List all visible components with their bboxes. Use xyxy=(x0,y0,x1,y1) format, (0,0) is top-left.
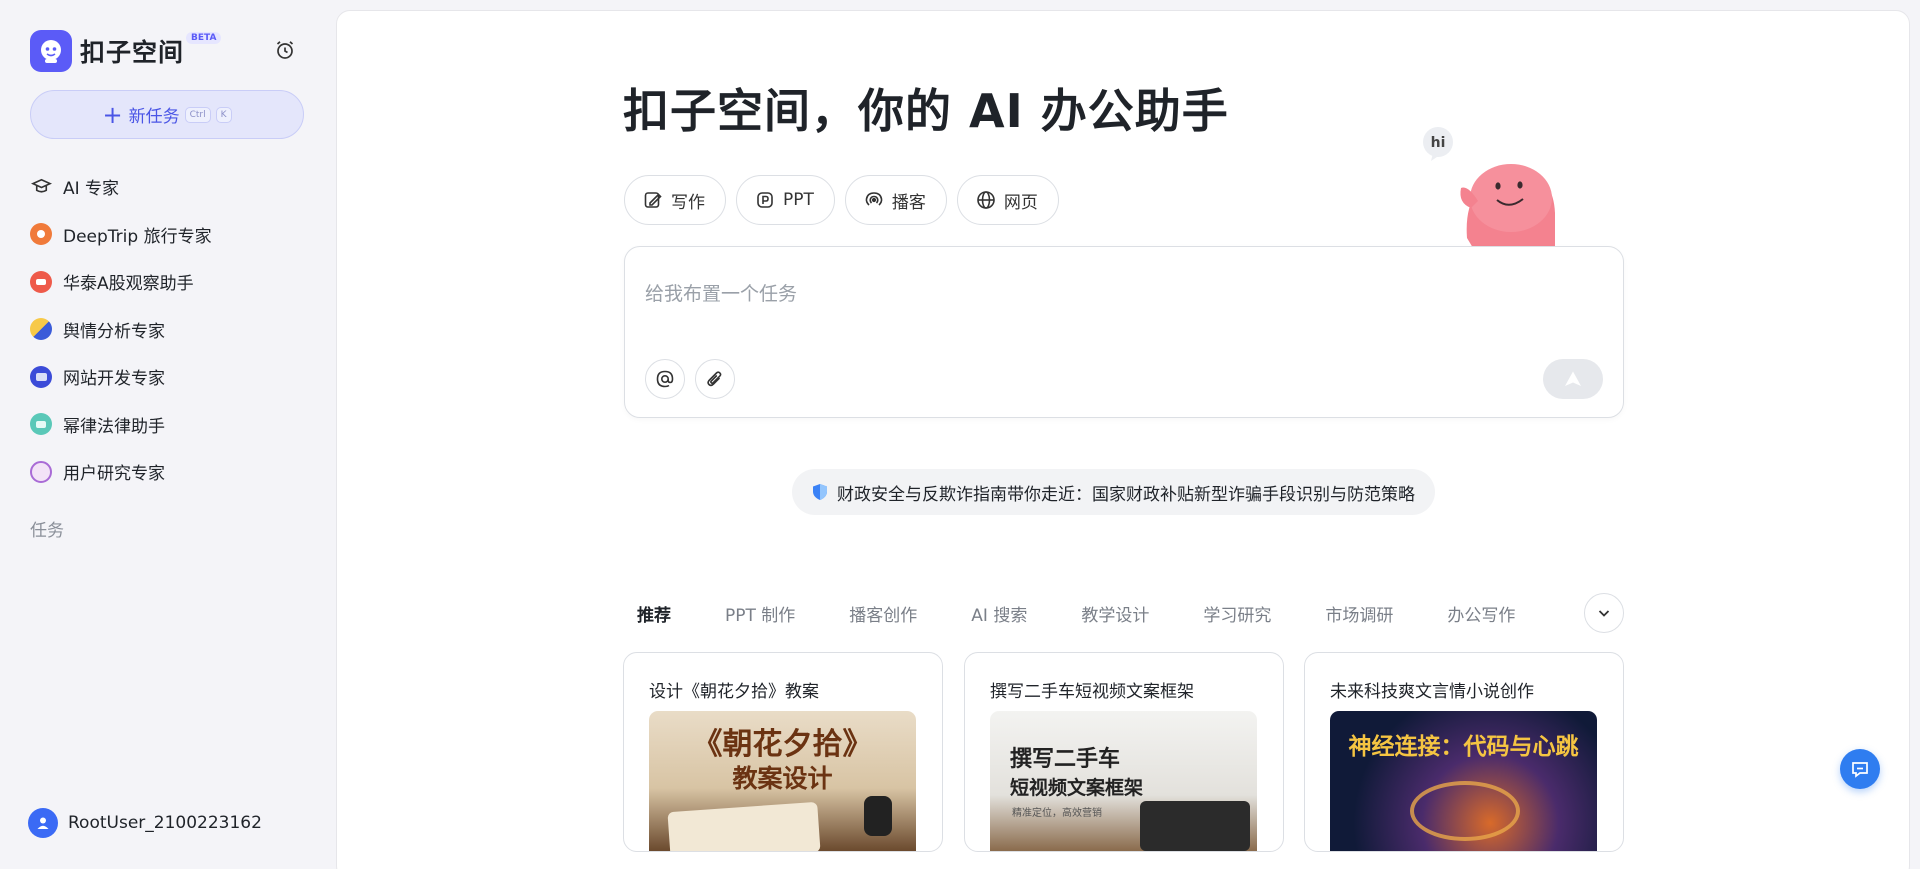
beta-badge: BETA xyxy=(186,32,222,44)
inkwell-shape xyxy=(864,796,892,836)
paperclip-icon xyxy=(707,371,722,387)
sidebar-item-label: 网站开发专家 xyxy=(63,369,165,390)
sentiment-avatar-icon xyxy=(30,318,52,341)
sidebar-item-user-research[interactable]: 用户研究专家 xyxy=(30,448,320,496)
sidebar-item-deeptrip[interactable]: DeepTrip 旅行专家 xyxy=(30,211,320,259)
task-composer xyxy=(624,246,1624,418)
shortcut-key-k: K xyxy=(215,106,232,123)
sidebar-item-huatai[interactable]: 华泰A股观察助手 xyxy=(30,258,320,306)
attach-button[interactable] xyxy=(695,359,735,399)
huatai-avatar-icon xyxy=(30,270,52,293)
expert-nav: AI 专家 DeepTrip 旅行专家 华泰A股观察助手 舆情分析专家 网站开发… xyxy=(30,163,320,496)
category-tabs: 推荐 PPT 制作 播客创作 AI 搜索 教学设计 学习研究 市场调研 办公写作 xyxy=(637,601,1569,626)
user-avatar-icon xyxy=(28,808,58,838)
ppt-icon xyxy=(757,192,773,208)
card-title: 撰写二手车短视频文案框架 xyxy=(990,682,1194,702)
at-sign-icon xyxy=(656,370,674,388)
app-logo[interactable]: 扣子空间 BETA xyxy=(30,30,222,72)
laptop-shape xyxy=(1140,801,1250,851)
write-icon xyxy=(644,192,662,208)
chip-label: 播客 xyxy=(891,192,926,213)
page-title: 扣子空间，你的 AI 办公助手 xyxy=(623,84,1229,138)
alarm-clock-icon[interactable] xyxy=(274,39,296,61)
chip-label: PPT xyxy=(783,190,814,210)
card-image-line: 精准定位，高效营销 xyxy=(1012,808,1102,819)
card-image-line: 教案设计 xyxy=(732,764,833,793)
send-button[interactable] xyxy=(1543,359,1603,399)
shield-icon xyxy=(813,484,827,500)
app-name: 扣子空间 xyxy=(80,38,185,67)
sidebar-item-label: 舆情分析专家 xyxy=(63,321,165,342)
template-card[interactable]: 撰写二手车短视频文案框架 撰写二手车 短视频文案框架 精准定位，高效营销 xyxy=(964,652,1284,852)
chip-ppt[interactable]: PPT xyxy=(736,175,835,225)
card-image: 《朝花夕拾》 教案设计 xyxy=(649,711,916,851)
banner-text: 财政安全与反欺诈指南带你走近：国家财政补贴新型诈骗手段识别与防范策略 xyxy=(837,484,1415,505)
template-card[interactable]: 未来科技爽文言情小说创作 神经连接：代码与心跳 xyxy=(1304,652,1624,852)
sidebar: 扣子空间 BETA + 新任务 Ctrl K AI 专家 DeepTrip 旅行… xyxy=(0,0,334,869)
quick-action-chips: 写作 PPT 播客 网页 xyxy=(624,175,1059,225)
feedback-chat-button[interactable] xyxy=(1840,749,1880,789)
template-card[interactable]: 设计《朝花夕拾》教案 《朝花夕拾》 教案设计 xyxy=(623,652,943,852)
shortcut-key-ctrl: Ctrl xyxy=(184,106,211,123)
sidebar-item-ai-experts[interactable]: AI 专家 xyxy=(30,163,320,211)
tab-office-writing[interactable]: 办公写作 xyxy=(1447,601,1515,626)
chevron-down-icon xyxy=(1598,610,1610,617)
coze-logo-icon xyxy=(30,30,72,72)
tab-teaching[interactable]: 教学设计 xyxy=(1081,601,1149,626)
chip-label: 网页 xyxy=(1003,192,1038,213)
sidebar-item-sentiment[interactable]: 舆情分析专家 xyxy=(30,306,320,354)
tab-ai-search[interactable]: AI 搜索 xyxy=(971,601,1027,626)
chip-writing[interactable]: 写作 xyxy=(624,175,726,225)
tab-ppt[interactable]: PPT 制作 xyxy=(725,601,795,626)
sidebar-item-label: 用户研究专家 xyxy=(63,464,165,485)
chip-podcast[interactable]: 播客 xyxy=(844,175,947,225)
card-image-line: 《朝花夕拾》 xyxy=(692,727,873,762)
card-image-line: 神经连接：代码与心跳 xyxy=(1348,733,1579,760)
sidebar-item-law[interactable]: 幂律法律助手 xyxy=(30,401,320,449)
new-task-label: 新任务 xyxy=(128,107,180,127)
send-arrow-icon xyxy=(1565,371,1581,386)
sidebar-item-label: AI 专家 xyxy=(63,179,120,200)
mention-button[interactable] xyxy=(645,359,685,399)
new-task-button[interactable]: + 新任务 Ctrl K xyxy=(30,90,304,139)
book-shape xyxy=(667,801,821,851)
podcast-icon xyxy=(865,192,883,206)
tab-recommended[interactable]: 推荐 xyxy=(637,601,671,626)
mascot-illustration: hi xyxy=(1423,123,1593,248)
law-avatar-icon xyxy=(30,413,52,436)
chat-bubble-icon xyxy=(1852,762,1868,778)
card-image-line: 短视频文案框架 xyxy=(1010,777,1144,799)
announcement-banner[interactable]: 财政安全与反欺诈指南带你走近：国家财政补贴新型诈骗手段识别与防范策略 xyxy=(792,469,1435,515)
main-panel: 扣子空间，你的 AI 办公助手 写作 PPT 播客 网页 hi 给我布置一个任务… xyxy=(336,10,1910,869)
user-profile[interactable]: RootUser_2100223162 xyxy=(28,808,262,838)
mascot-bubble-text: hi xyxy=(1431,135,1446,151)
deeptrip-avatar-icon xyxy=(30,223,52,246)
tab-market[interactable]: 市场调研 xyxy=(1325,601,1393,626)
chip-webpage[interactable]: 网页 xyxy=(956,175,1059,225)
card-image-line: 撰写二手车 xyxy=(1010,746,1121,772)
tab-podcast[interactable]: 播客创作 xyxy=(849,601,917,626)
task-input[interactable] xyxy=(645,283,1545,305)
card-image: 撰写二手车 短视频文案框架 精准定位，高效营销 xyxy=(990,711,1257,851)
globe-icon xyxy=(977,191,995,209)
card-image: 神经连接：代码与心跳 xyxy=(1330,711,1597,851)
tabs-expand-button[interactable] xyxy=(1584,593,1624,633)
webdev-avatar-icon xyxy=(30,365,52,388)
research-avatar-icon xyxy=(30,460,52,483)
sidebar-item-label: 华泰A股观察助手 xyxy=(63,274,194,295)
ring-shape xyxy=(1410,781,1520,841)
plus-icon: + xyxy=(102,100,123,129)
sidebar-item-label: DeepTrip 旅行专家 xyxy=(63,226,212,247)
user-name: RootUser_2100223162 xyxy=(68,813,262,833)
card-title: 设计《朝花夕拾》教案 xyxy=(649,682,819,702)
tab-study[interactable]: 学习研究 xyxy=(1203,601,1271,626)
tasks-section-title: 任务 xyxy=(30,521,64,541)
card-title: 未来科技爽文言情小说创作 xyxy=(1330,682,1534,702)
chip-label: 写作 xyxy=(671,192,705,213)
sidebar-item-webdev[interactable]: 网站开发专家 xyxy=(30,353,320,401)
sidebar-item-label: 幂律法律助手 xyxy=(63,416,165,437)
graduation-cap-icon xyxy=(30,176,52,198)
